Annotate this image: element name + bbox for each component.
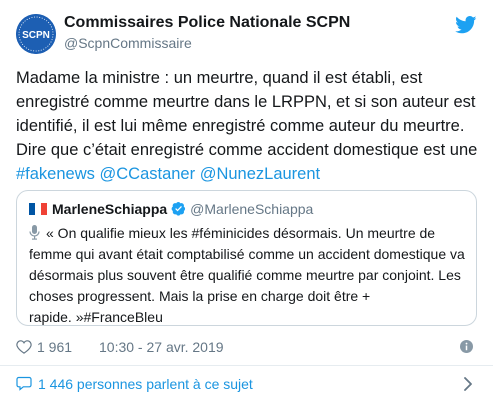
hashtag-fakenews-link[interactable]: #fakenews: [16, 165, 95, 183]
quoted-line: désormais plus souvent être qualifié com…: [29, 267, 461, 283]
tweet-line: enregistré comme meurtre dans le LRPPN, …: [16, 93, 476, 111]
quoted-line-text: « On qualifie mieux les #féminicides dés…: [46, 225, 436, 241]
mention-ccastaner-link[interactable]: @CCastaner: [99, 165, 195, 183]
speech-bubble-icon: [16, 376, 32, 391]
quoted-author-handle[interactable]: @MarleneSchiappa: [190, 201, 313, 217]
tweet-line: Madame la ministre : un meurtre, quand i…: [16, 69, 423, 87]
mention-nunezlaurent-link[interactable]: @NunezLaurent: [200, 165, 320, 183]
avatar[interactable]: SCPN: [16, 14, 56, 54]
quoted-text: « On qualifie mieux les #féminicides dés…: [29, 223, 469, 328]
tweet-text: Madame la ministre : un meurtre, quand i…: [16, 66, 482, 186]
tweet-line: Dire que c’était enregistré comme accide…: [16, 141, 478, 159]
microphone-icon: [29, 225, 40, 240]
tweet-line: identifié, il est lui même enregistré co…: [16, 117, 465, 135]
tweet-card: SCPN Commissaires Police Nationale SCPN …: [0, 0, 493, 403]
quoted-tweet[interactable]: MarleneSchiappa @MarleneSchiappa « On qua…: [16, 190, 477, 326]
french-flag-icon: [29, 202, 47, 215]
tweet-meta: 1 961 10:30 - 27 avr. 2019: [16, 338, 477, 358]
timestamp[interactable]: 10:30 - 27 avr. 2019: [99, 339, 224, 355]
divider: [0, 365, 493, 366]
quoted-author-name[interactable]: MarleneSchiappa: [52, 201, 167, 217]
heart-icon[interactable]: [16, 339, 32, 354]
info-icon[interactable]: [460, 340, 473, 353]
author-name[interactable]: Commissaires Police Nationale SCPN: [64, 14, 350, 32]
avatar-logo: SCPN: [16, 14, 56, 54]
like-count[interactable]: 1 961: [37, 339, 72, 355]
tweet-links-line: #fakenews @CCastaner @NunezLaurent: [16, 162, 482, 186]
tweet-header: SCPN Commissaires Police Nationale SCPN …: [16, 12, 477, 58]
quoted-line: rapide. »#FranceBleu: [29, 309, 163, 325]
twitter-bird-icon[interactable]: [455, 16, 477, 34]
quoted-line: choses progressent. Mais la prise en cha…: [29, 288, 371, 304]
quoted-line: « On qualifie mieux les #féminicides dés…: [29, 223, 469, 244]
quoted-line: femme qui avant était comptabilisé comme…: [29, 246, 465, 262]
conversation-label[interactable]: 1 446 personnes parlent à ce sujet: [38, 376, 253, 392]
avatar-text: SCPN: [22, 30, 50, 41]
author-handle[interactable]: @ScpnCommissaire: [64, 35, 192, 51]
conversation-link[interactable]: 1 446 personnes parlent à ce sujet: [16, 374, 477, 396]
quoted-header: MarleneSchiappa @MarleneSchiappa: [29, 201, 459, 219]
chevron-right-icon[interactable]: [463, 376, 473, 392]
verified-icon: [171, 201, 186, 216]
